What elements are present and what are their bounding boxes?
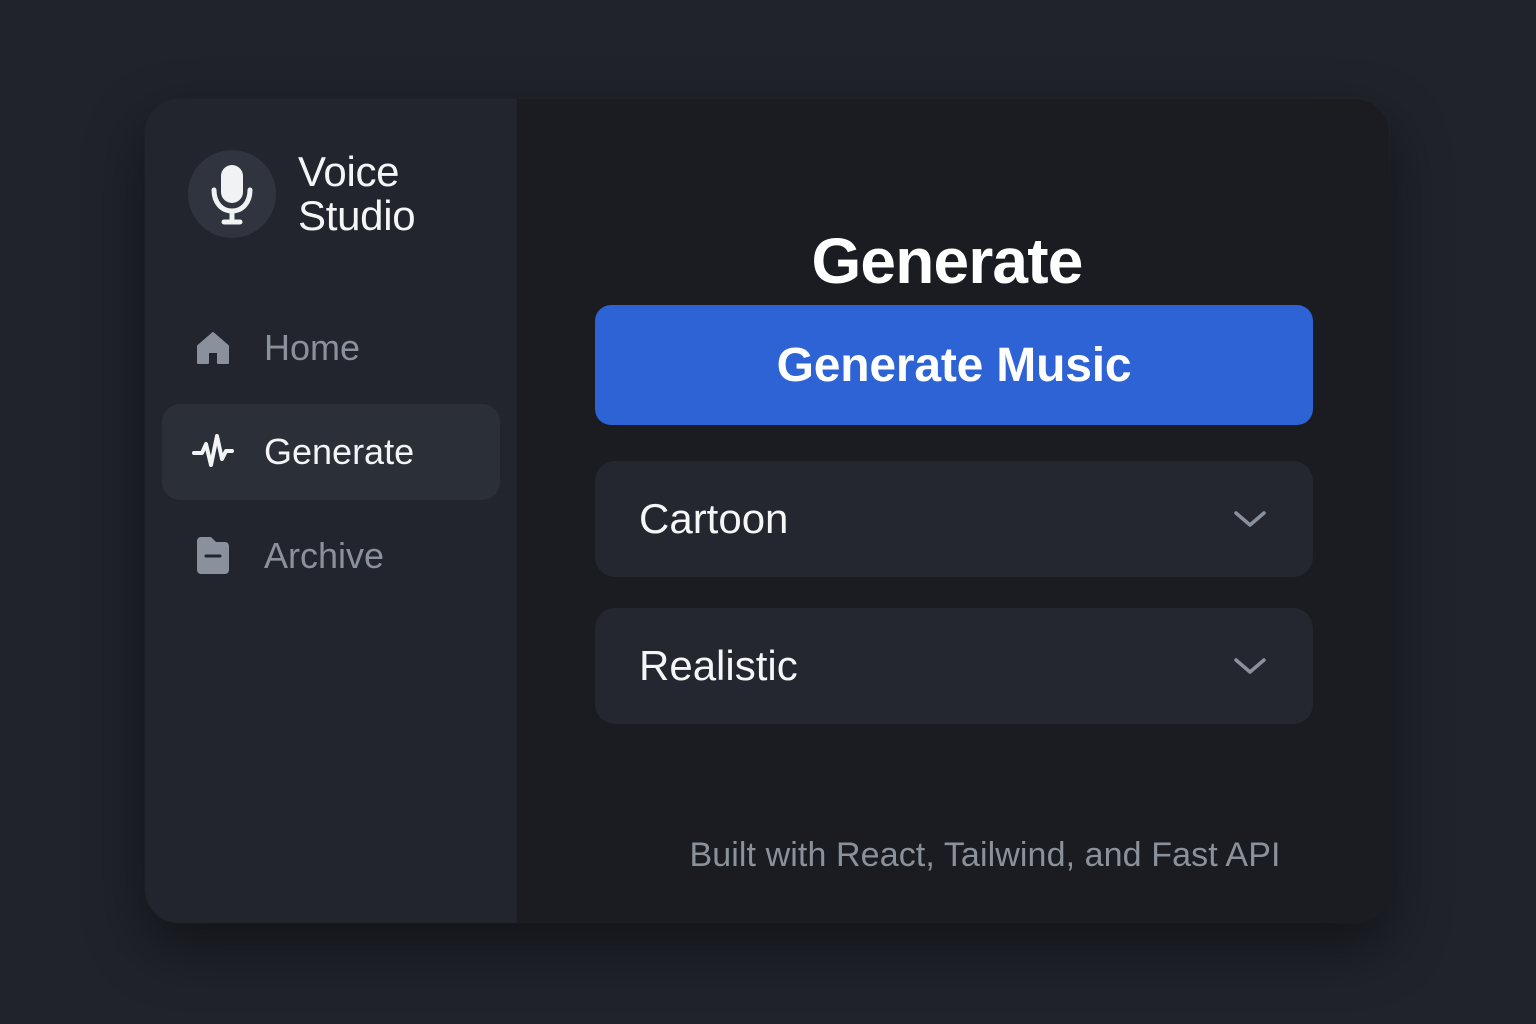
page-title: Generate — [811, 224, 1083, 297]
select-value-cartoon: Cartoon — [639, 495, 789, 542]
sidebar-item-home-label: Home — [264, 327, 361, 368]
home-icon — [192, 327, 234, 369]
sidebar-item-archive-label: Archive — [264, 535, 385, 576]
folder-icon — [192, 535, 234, 577]
select-value-realistic: Realistic — [639, 642, 798, 689]
sidebar-item-generate[interactable]: Generate — [162, 404, 500, 500]
brand-avatar — [188, 150, 276, 238]
generate-music-button[interactable]: Generate Music — [595, 305, 1313, 425]
sidebar-item-archive[interactable]: Archive — [162, 508, 500, 604]
style-select-cartoon[interactable]: Cartoon — [595, 461, 1313, 577]
brand-title-line-2: Studio — [298, 192, 416, 239]
main-content: Generate Generate Music Cartoon Realisti… — [517, 99, 1389, 923]
style-select-realistic[interactable]: Realistic — [595, 608, 1313, 724]
brand-title: Voice Studio — [298, 148, 416, 239]
microphone-icon — [211, 165, 253, 225]
chevron-down-icon — [1234, 511, 1266, 527]
brand: Voice Studio — [188, 148, 416, 239]
brand-title-line-1: Voice — [298, 148, 400, 195]
waveform-icon — [192, 431, 234, 473]
sidebar-item-home[interactable]: Home — [162, 300, 500, 396]
footer-credits: Built with React, Tailwind, and Fast API — [689, 836, 1281, 874]
app-window: Voice Studio Home Generate Archive Gener… — [145, 99, 1389, 923]
sidebar-item-generate-label: Generate — [264, 431, 415, 472]
sidebar: Voice Studio Home Generate Archive — [145, 99, 517, 923]
chevron-down-icon — [1234, 658, 1266, 674]
sidebar-nav: Home Generate Archive — [162, 300, 500, 612]
